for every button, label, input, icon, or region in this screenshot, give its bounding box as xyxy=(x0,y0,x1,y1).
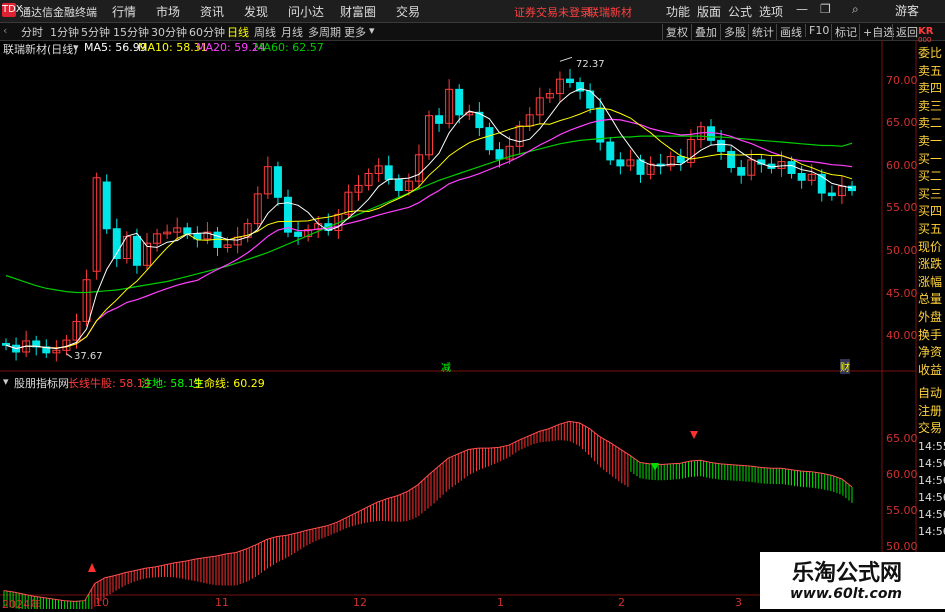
panel-code-sub: 000 xyxy=(918,36,932,44)
tick-time: 14:56 xyxy=(918,474,945,487)
high-price-marker: 72.37 xyxy=(576,59,605,70)
panel-item-ask3: 卖三 xyxy=(918,98,943,113)
candle-body xyxy=(737,167,746,176)
candle-body xyxy=(455,88,464,116)
candle-body xyxy=(636,159,645,175)
panel-item-earnings: 收益 xyxy=(918,362,943,377)
finance-report-marker[interactable]: 财 xyxy=(840,359,850,374)
y-tick-50: 50.00 xyxy=(886,244,918,257)
x-label-dec: 12 xyxy=(353,596,367,609)
candle-body xyxy=(394,178,403,191)
watermark-banner: 乐淘公式网 www.60lt.com xyxy=(760,552,945,609)
panel-item-bid2: 买二 xyxy=(918,169,943,184)
panel-item-turnover: 换手 xyxy=(918,327,943,342)
low-arrow xyxy=(66,353,73,359)
panel-item-ask2: 卖二 xyxy=(918,116,943,131)
x-label-oct: 10 xyxy=(95,596,109,609)
candle-body xyxy=(384,165,393,180)
candle-body xyxy=(616,159,625,167)
candle-body xyxy=(827,192,836,197)
tick-times: 14:55 14:56 14:56 14:56 14:56 14:56 xyxy=(918,438,945,540)
candle-body xyxy=(797,173,806,181)
long-bull-label: 长线牛股: 58.19 xyxy=(68,377,151,390)
candle-body xyxy=(132,235,141,266)
lifeline-label: 生命线: 60.29 xyxy=(193,377,265,390)
tick-time: 14:55 xyxy=(918,440,945,453)
panel-lower: 自动 注册 交易 xyxy=(918,385,945,438)
candle-body xyxy=(787,161,796,175)
y-tick-65: 65.00 xyxy=(886,116,918,129)
tick-time: 14:56 xyxy=(918,508,945,521)
candle-body xyxy=(606,141,615,161)
panel-register[interactable]: 注册 xyxy=(918,403,945,421)
chart-canvas[interactable] xyxy=(0,0,945,609)
candle-body xyxy=(294,231,303,237)
panel-item-ask4: 卖四 xyxy=(918,81,943,96)
sub-y-tick-55: 55.00 xyxy=(886,504,918,517)
candle-body xyxy=(495,149,504,160)
x-label-2024: 2024年 xyxy=(2,598,41,611)
panel-item-ask1: 卖一 xyxy=(918,133,943,148)
candle-body xyxy=(717,139,726,152)
candle-body xyxy=(727,150,736,169)
x-label-feb: 2 xyxy=(618,596,625,609)
candle-body xyxy=(485,127,494,151)
panel-item-price: 现价 xyxy=(918,239,943,254)
candle-body xyxy=(183,227,192,235)
panel-item-outer: 外盘 xyxy=(918,309,943,324)
panel-item-bid4: 买四 xyxy=(918,204,943,219)
buy-signal-arrow xyxy=(88,563,96,572)
high-arrow xyxy=(559,56,573,62)
tick-time: 14:56 xyxy=(918,525,945,538)
candle-body xyxy=(435,115,444,124)
signal-arrow xyxy=(690,431,698,439)
y-tick-45: 45.00 xyxy=(886,287,918,300)
tick-time: 14:56 xyxy=(918,491,945,504)
panel-item-weibi: 委比 xyxy=(918,46,943,60)
y-tick-60: 60.00 xyxy=(886,159,918,172)
panel-trade[interactable]: 交易 xyxy=(918,420,945,438)
y-tick-40: 40.00 xyxy=(886,329,918,342)
low-price-marker: 37.67 xyxy=(74,351,103,362)
sub-y-tick-65: 65.00 xyxy=(886,432,918,445)
tick-time: 14:56 xyxy=(918,457,945,470)
candle-body xyxy=(848,185,856,192)
panel-item-bid1: 买一 xyxy=(918,151,943,166)
candle-body xyxy=(2,343,10,346)
candle-body xyxy=(676,156,685,163)
panel-item-bid5: 买五 xyxy=(918,221,943,236)
x-label-jan: 1 xyxy=(497,596,504,609)
y-tick-70: 70.00 xyxy=(886,74,918,87)
candle-body xyxy=(102,181,111,230)
panel-auto[interactable]: 自动 xyxy=(918,385,945,403)
panel-item-change-pct: 涨幅 xyxy=(918,274,943,289)
panel-item-ask5: 卖五 xyxy=(918,63,943,78)
panel-item-change: 涨跌 xyxy=(918,257,943,272)
x-label-mar: 3 xyxy=(735,596,742,609)
candle-body xyxy=(707,126,715,141)
x-label-nov: 11 xyxy=(215,596,229,609)
panel-item-net-asset: 净资 xyxy=(918,345,943,360)
candle-body xyxy=(596,107,605,143)
y-tick-55: 55.00 xyxy=(886,201,918,214)
indicator-dropdown-icon[interactable]: ▾ xyxy=(3,375,9,388)
order-book-panel: 委比 卖五 卖四 卖三 卖二 卖一 买一 买二 买三 买四 买五 现价 涨跌 涨… xyxy=(918,45,945,379)
panel-item-bid3: 买三 xyxy=(918,186,943,201)
watermark-title: 乐淘公式网 xyxy=(792,561,903,586)
candle-body xyxy=(273,166,282,198)
candle-body xyxy=(566,78,574,84)
sub-y-tick-60: 60.00 xyxy=(886,468,918,481)
watermark-url: www.60lt.com xyxy=(790,586,903,602)
reduce-holding-marker[interactable]: 减 xyxy=(441,359,451,374)
indicator-name: 股朋指标网 xyxy=(14,377,69,390)
panel-item-volume: 总量 xyxy=(918,292,943,307)
